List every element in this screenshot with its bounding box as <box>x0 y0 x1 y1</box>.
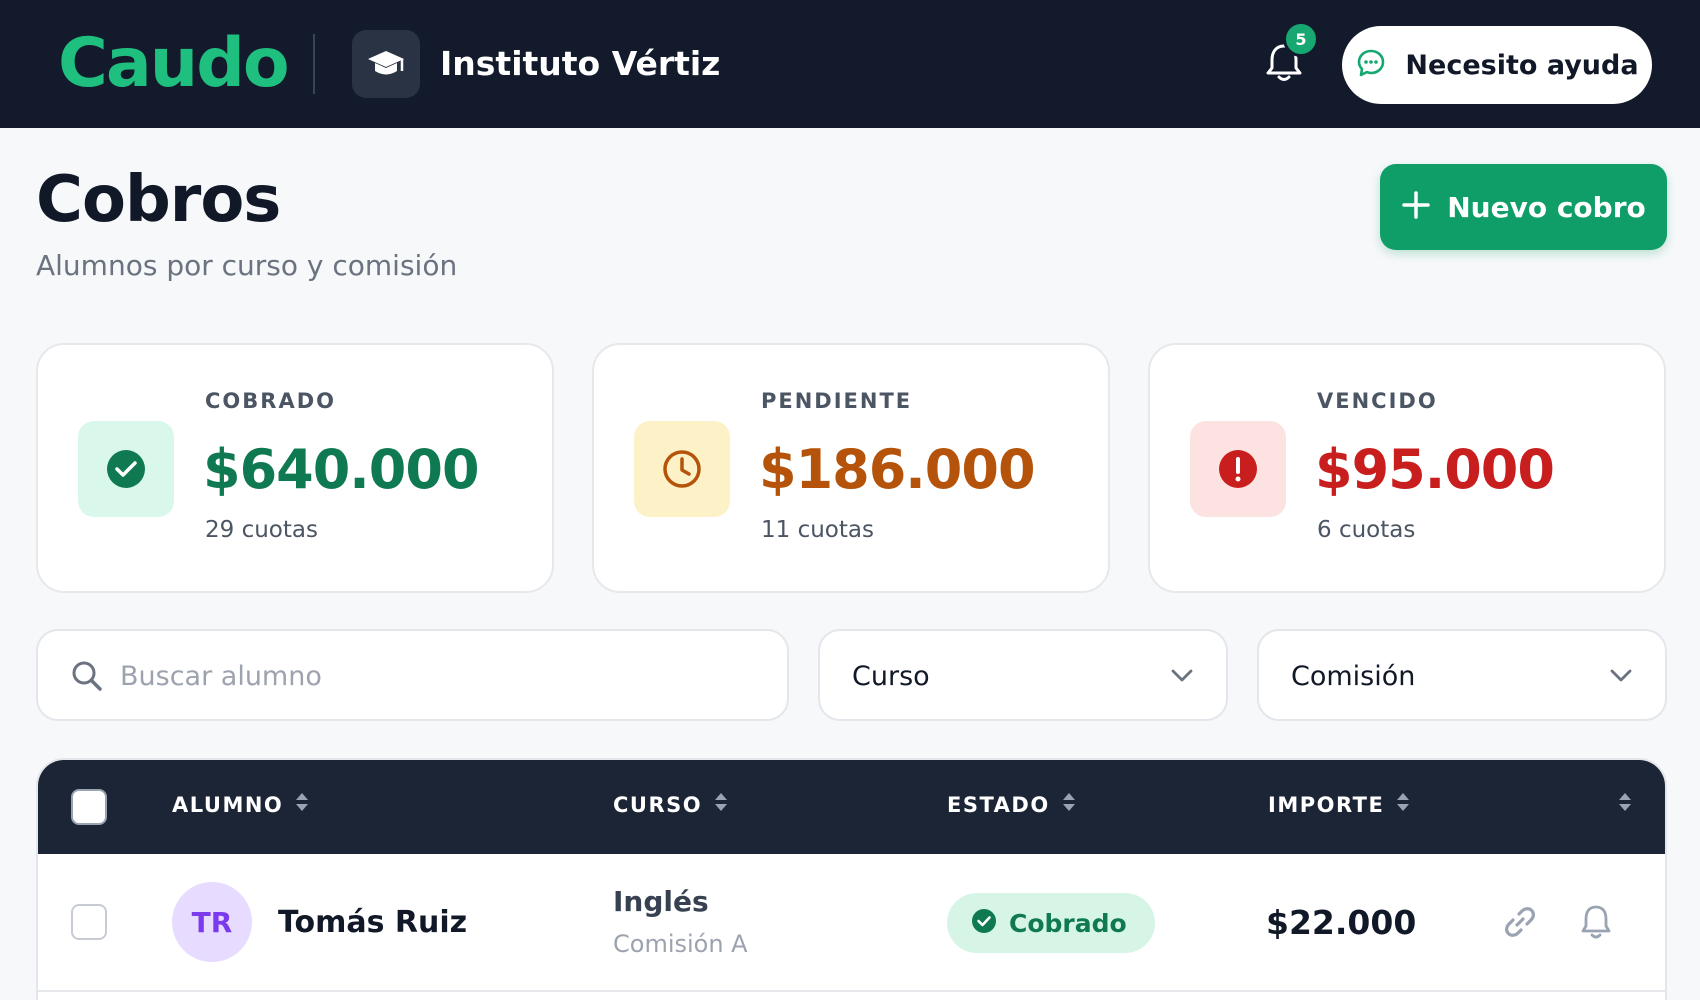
plus-icon <box>1401 190 1431 224</box>
commission-select[interactable]: Comisión <box>1257 629 1667 721</box>
summary-card-pending: PENDIENTE $186.000 11 cuotas <box>592 343 1110 593</box>
app-logo[interactable]: Caudo <box>58 22 290 106</box>
sort-icon <box>1396 790 1410 820</box>
chevron-down-icon <box>1168 661 1196 693</box>
check-circle-icon <box>971 908 997 938</box>
select-all-checkbox[interactable] <box>71 789 107 825</box>
search-icon <box>70 659 104 697</box>
column-header-actions-sort[interactable] <box>1618 790 1632 820</box>
sort-icon <box>1618 790 1632 820</box>
summary-label: PENDIENTE <box>761 389 913 413</box>
help-button-label: Necesito ayuda <box>1405 49 1639 81</box>
summary-card-overdue: VENCIDO $95.000 6 cuotas <box>1148 343 1666 593</box>
column-header-status[interactable]: ESTADO <box>947 790 1076 820</box>
sort-icon <box>714 790 728 820</box>
summary-label: VENCIDO <box>1317 389 1438 413</box>
table-row[interactable]: TR Tomás Ruiz Inglés Comisión A Cobrado … <box>38 854 1665 992</box>
topbar-divider <box>313 34 315 94</box>
alert-icon <box>1190 421 1286 517</box>
graduation-cap-icon <box>352 30 420 98</box>
reminder-bell-icon[interactable] <box>1578 902 1614 946</box>
notifications-badge: 5 <box>1283 21 1319 57</box>
new-charge-button-label: Nuevo cobro <box>1447 190 1646 224</box>
amount: $22.000 <box>1266 903 1417 942</box>
institution-name: Instituto Vértiz <box>440 44 721 83</box>
sort-icon <box>295 790 309 820</box>
search-placeholder: Buscar alumno <box>120 661 322 692</box>
column-header-amount[interactable]: IMPORTE <box>1268 790 1410 820</box>
commission-name: Comisión A <box>613 930 748 958</box>
search-input[interactable]: Buscar alumno <box>36 629 789 721</box>
summary-count: 6 cuotas <box>1317 517 1416 543</box>
column-header-student[interactable]: ALUMNO <box>172 790 309 820</box>
summary-count: 11 cuotas <box>761 517 874 543</box>
summary-value: $186.000 <box>759 438 1036 501</box>
course-select[interactable]: Curso <box>818 629 1228 721</box>
avatar: TR <box>172 882 252 962</box>
sort-icon <box>1062 790 1076 820</box>
page-title: Cobros <box>36 163 281 237</box>
status-label: Cobrado <box>1009 908 1127 938</box>
chat-bubble-icon <box>1355 47 1387 83</box>
link-icon[interactable] <box>1500 902 1540 946</box>
check-circle-icon <box>78 421 174 517</box>
help-button[interactable]: Necesito ayuda <box>1342 26 1652 104</box>
new-charge-button[interactable]: Nuevo cobro <box>1380 164 1667 250</box>
column-header-course[interactable]: CURSO <box>613 790 728 820</box>
summary-value: $640.000 <box>203 438 480 501</box>
status-badge: Cobrado <box>947 893 1155 953</box>
summary-card-collected: COBRADO $640.000 29 cuotas <box>36 343 554 593</box>
course-select-value: Curso <box>852 661 930 692</box>
chevron-down-icon <box>1607 661 1635 693</box>
top-bar: Caudo Instituto Vértiz 5 Necesito ayuda <box>0 0 1700 128</box>
clock-icon <box>634 421 730 517</box>
commission-select-value: Comisión <box>1291 661 1416 692</box>
charges-table: ALUMNO CURSO ESTADO IMPORTE TR Tomás Rui… <box>36 758 1667 1000</box>
row-checkbox[interactable] <box>71 904 107 940</box>
summary-value: $95.000 <box>1315 438 1555 501</box>
summary-count: 29 cuotas <box>205 517 318 543</box>
summary-label: COBRADO <box>205 389 336 413</box>
page-subtitle: Alumnos por curso y comisión <box>36 249 458 282</box>
table-header: ALUMNO CURSO ESTADO IMPORTE <box>38 760 1665 854</box>
student-name[interactable]: Tomás Ruiz <box>278 904 467 942</box>
course-name: Inglés <box>613 885 709 918</box>
